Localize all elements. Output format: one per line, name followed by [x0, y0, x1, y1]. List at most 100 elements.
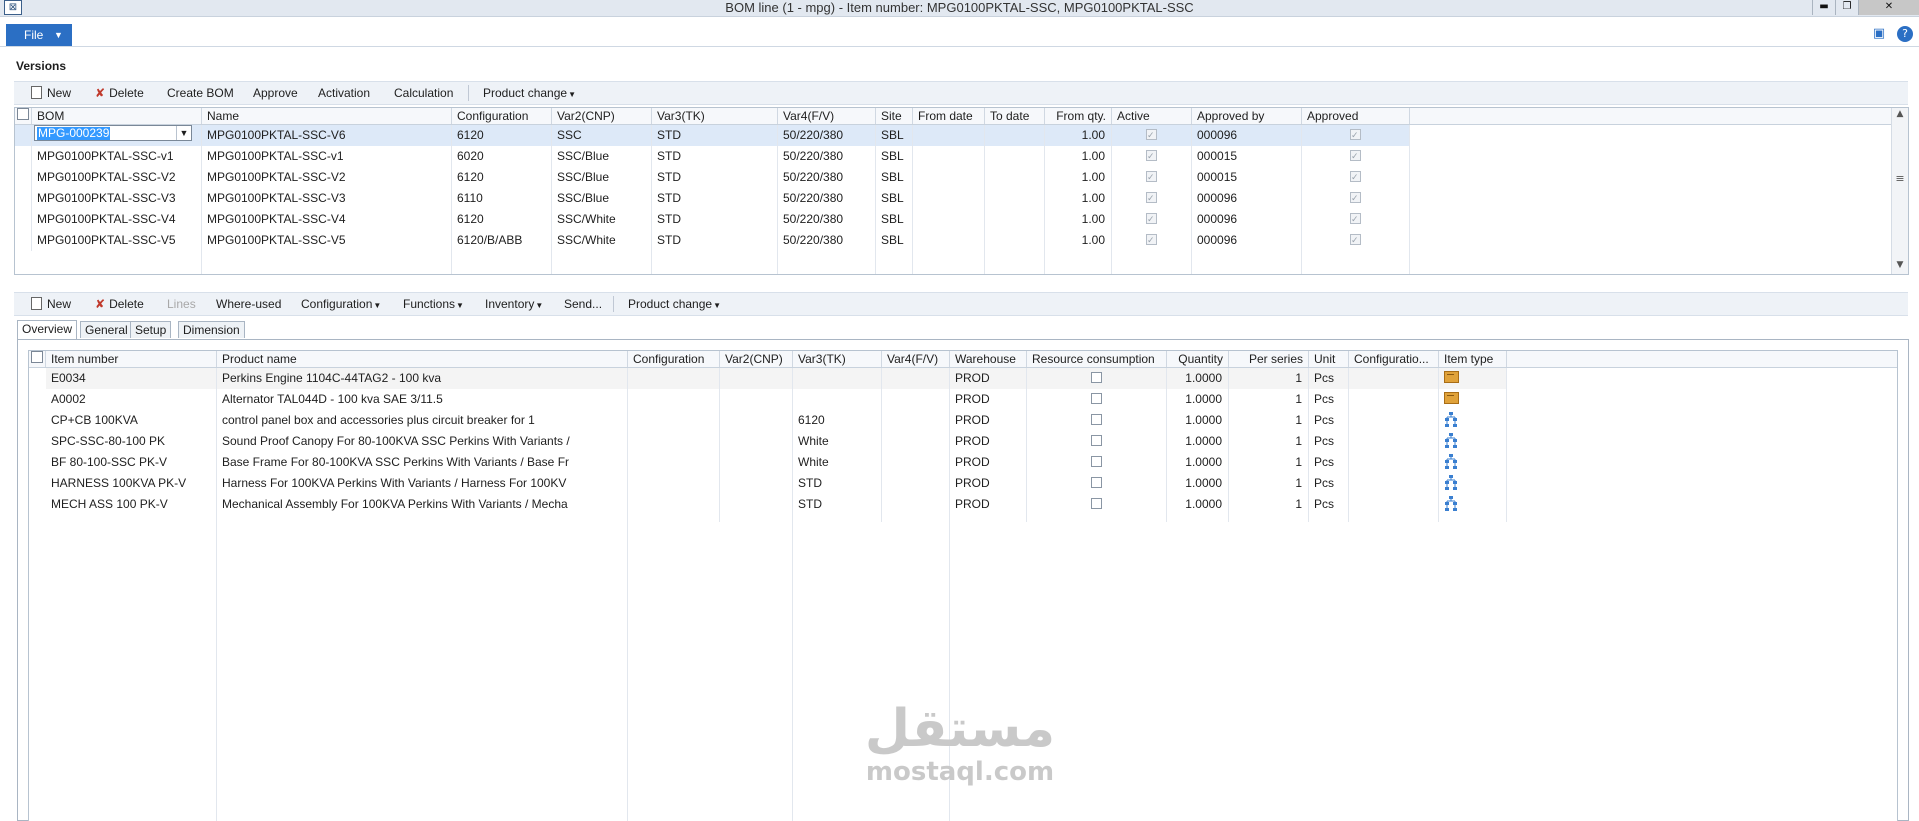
cell-config[interactable]	[628, 452, 720, 473]
cell-config[interactable]	[628, 410, 720, 431]
cell-var4[interactable]: 50/220/380	[778, 209, 876, 230]
cell-warehouse[interactable]: PROD	[950, 473, 1027, 494]
cell-var2[interactable]	[720, 452, 793, 473]
cell-per-series[interactable]: 1	[1229, 431, 1309, 452]
column-header-product-name[interactable]: Product name	[217, 351, 628, 367]
column-header-from-date[interactable]: From date	[913, 108, 985, 124]
cell-product[interactable]: Base Frame For 80-100KVA SSC Perkins Wit…	[217, 452, 628, 473]
column-header-active[interactable]: Active	[1112, 108, 1192, 124]
bom-line-row[interactable]: BF 80-100-SSC PK-V Base Frame For 80-100K…	[29, 452, 1507, 473]
cell-configuratio[interactable]	[1349, 473, 1439, 494]
cell-site[interactable]: SBL	[876, 230, 913, 251]
cell-product[interactable]: Alternator TAL044D - 100 kva SAE 3/11.5	[217, 389, 628, 410]
cell-var3[interactable]: STD	[793, 473, 882, 494]
cell-var3[interactable]: White	[793, 452, 882, 473]
cell-name[interactable]: MPG0100PKTAL-SSC-v1	[202, 146, 452, 167]
cell-var3[interactable]	[793, 389, 882, 410]
cell-configuratio[interactable]	[1349, 389, 1439, 410]
bom-line-row[interactable]: MECH ASS 100 PK-V Mechanical Assembly For…	[29, 494, 1507, 515]
cell-config[interactable]	[628, 368, 720, 389]
row-selector[interactable]	[15, 209, 32, 230]
close-icon[interactable]: ✕	[1858, 0, 1919, 15]
bom-line-row[interactable]: SPC-SSC-80-100 PK Sound Proof Canopy For …	[29, 431, 1507, 452]
versions-table-row[interactable]: MPG-000239 ▼ MPG0100PKTAL-SSC-V6 6120 SSC STD…	[15, 125, 1410, 146]
scroll-up-icon[interactable]: ▲	[1892, 109, 1908, 119]
column-header-to-date[interactable]: To date	[985, 108, 1045, 124]
functions-menu[interactable]: Functions▼	[403, 293, 464, 315]
cell-to-date[interactable]	[985, 125, 1045, 146]
scroll-grip-icon[interactable]: ≡	[1892, 172, 1908, 185]
versions-table-row[interactable]: MPG0100PKTAL-SSC-V4 MPG0100PKTAL-SSC-V4 61…	[15, 209, 1410, 230]
cell-unit[interactable]: Pcs	[1309, 431, 1349, 452]
cell-configuratio[interactable]	[1349, 431, 1439, 452]
cell-from-date[interactable]	[913, 209, 985, 230]
lines-button[interactable]: Lines	[167, 293, 196, 315]
cell-qty[interactable]: 1.0000	[1167, 431, 1229, 452]
select-all-checkbox[interactable]	[17, 108, 29, 120]
cell-configuratio[interactable]	[1349, 452, 1439, 473]
column-header-approved[interactable]: Approved	[1302, 108, 1410, 124]
column-header-approved-by[interactable]: Approved by	[1192, 108, 1302, 124]
tab-setup[interactable]: Setup	[130, 321, 172, 338]
minimize-icon[interactable]: ▬	[1812, 0, 1835, 15]
cell-item[interactable]: BF 80-100-SSC PK-V	[46, 452, 217, 473]
column-header-var4-f-v[interactable]: Var4(F/V)	[778, 108, 876, 124]
cell-var4[interactable]: 50/220/380	[778, 230, 876, 251]
tab-dimension[interactable]: Dimension	[178, 321, 245, 338]
cell-var3[interactable]: STD	[652, 167, 778, 188]
cell-product[interactable]: Perkins Engine 1104C-44TAG2 - 100 kva	[217, 368, 628, 389]
versions-table-row[interactable]: MPG0100PKTAL-SSC-V5 MPG0100PKTAL-SSC-V5 61…	[15, 230, 1410, 251]
cell-config[interactable]: 6120	[452, 125, 552, 146]
column-header-per-series[interactable]: Per series	[1229, 351, 1309, 367]
cell-var3[interactable]: STD	[652, 146, 778, 167]
dropdown-chevron-icon[interactable]: ▼	[176, 126, 191, 140]
column-header-configuration[interactable]: Configuration	[628, 351, 720, 367]
create-bom-button[interactable]: Create BOM	[167, 82, 234, 104]
resource-checkbox[interactable]	[1091, 414, 1102, 425]
cell-var4[interactable]	[882, 431, 950, 452]
column-header-name[interactable]: Name	[202, 108, 452, 124]
cell-var4[interactable]: 50/220/380	[778, 188, 876, 209]
cell-qty[interactable]: 1.0000	[1167, 473, 1229, 494]
tab-general[interactable]: General	[80, 321, 133, 338]
lines-select-all-header[interactable]	[29, 351, 46, 367]
cell-var4[interactable]: 50/220/380	[778, 146, 876, 167]
tab-overview[interactable]: Overview	[17, 320, 78, 340]
cell-per-series[interactable]: 1	[1229, 473, 1309, 494]
column-header-bom[interactable]: BOM	[32, 108, 202, 124]
column-header-resource-consumption[interactable]: Resource consumption	[1027, 351, 1167, 367]
resource-checkbox[interactable]	[1091, 456, 1102, 467]
resource-checkbox[interactable]	[1091, 435, 1102, 446]
cell-product[interactable]: Mechanical Assembly For 100KVA Perkins W…	[217, 494, 628, 515]
cell-qty[interactable]: 1.0000	[1167, 368, 1229, 389]
cell-bom[interactable]: MPG0100PKTAL-SSC-V4	[32, 209, 202, 230]
resource-checkbox[interactable]	[1091, 477, 1102, 488]
file-menu-button[interactable]: File ▼	[6, 24, 72, 46]
cell-bom[interactable]: MPG0100PKTAL-SSC-v1	[32, 146, 202, 167]
cell-warehouse[interactable]: PROD	[950, 494, 1027, 515]
send-button[interactable]: Send...	[564, 293, 602, 315]
versions-select-all-header[interactable]	[15, 108, 32, 124]
versions-table-row[interactable]: MPG0100PKTAL-SSC-v1 MPG0100PKTAL-SSC-v1 60…	[15, 146, 1410, 167]
cell-to-date[interactable]	[985, 209, 1045, 230]
help-icon[interactable]: ?	[1897, 26, 1913, 42]
cell-var3[interactable]: STD	[793, 494, 882, 515]
cell-name[interactable]: MPG0100PKTAL-SSC-V2	[202, 167, 452, 188]
where-used-button[interactable]: Where-used	[216, 293, 281, 315]
cell-qty[interactable]: 1.0000	[1167, 452, 1229, 473]
approve-button[interactable]: Approve	[253, 82, 298, 104]
lines-new-button[interactable]: New	[31, 293, 71, 315]
cell-configuratio[interactable]	[1349, 494, 1439, 515]
column-header-item-type[interactable]: Item type	[1439, 351, 1507, 367]
column-header-warehouse[interactable]: Warehouse	[950, 351, 1027, 367]
cell-bom[interactable]: MPG0100PKTAL-SSC-V2	[32, 167, 202, 188]
cell-var2[interactable]: SSC	[552, 125, 652, 146]
cell-product[interactable]: Sound Proof Canopy For 80-100KVA SSC Per…	[217, 431, 628, 452]
cell-name[interactable]: MPG0100PKTAL-SSC-V5	[202, 230, 452, 251]
cell-var2[interactable]: SSC/Blue	[552, 167, 652, 188]
cell-warehouse[interactable]: PROD	[950, 368, 1027, 389]
cell-to-date[interactable]	[985, 230, 1045, 251]
cell-var4[interactable]	[882, 473, 950, 494]
bom-line-row[interactable]: CP+CB 100KVA control panel box and access…	[29, 410, 1507, 431]
cell-name[interactable]: MPG0100PKTAL-SSC-V4	[202, 209, 452, 230]
